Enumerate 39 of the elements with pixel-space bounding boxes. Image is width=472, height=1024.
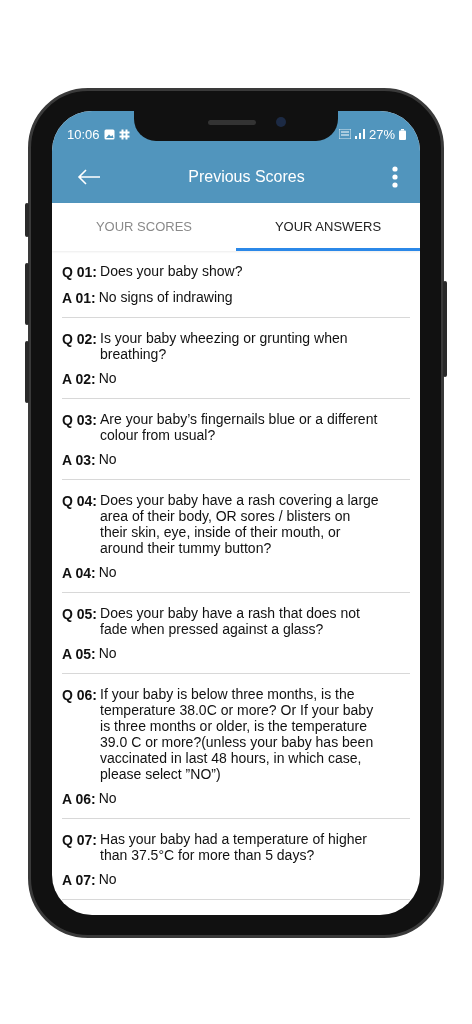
question-number: Q 03: <box>62 411 97 429</box>
answer-text: No signs of indrawing <box>98 289 233 305</box>
answer-number: A 04: <box>62 564 96 582</box>
question-number: Q 04: <box>62 492 97 510</box>
more-options-icon[interactable] <box>392 166 398 188</box>
question-text: If your baby is below three months, is the temperature 38.0C or more? Or If your baby is three months or older, is the temperature 39.0 C or more?(unless your baby has been vaccinated in last 48 hours, in which case, please select ”NO”) <box>100 686 375 782</box>
question-text: Does your baby show? <box>100 263 244 279</box>
signal-icon <box>354 129 365 139</box>
answer-text: No <box>98 790 117 806</box>
question-number: Q 06: <box>62 686 97 704</box>
status-time: 10:06 <box>67 126 100 142</box>
back-arrow-icon[interactable] <box>77 169 101 185</box>
image-icon <box>103 128 115 140</box>
hash-icon <box>118 128 130 140</box>
answer-number: A 07: <box>62 871 96 889</box>
answer-number: A 06: <box>62 790 96 808</box>
question-text: Is your baby wheezing or grunting when breathing? <box>100 330 349 362</box>
question-number: Q 05: <box>62 605 97 623</box>
tab[interactable]: YOUR SCORES <box>52 203 236 251</box>
answer-number: A 02: <box>62 370 96 388</box>
question-text: Does your baby have a rash that does not fade when pressed against a glass? <box>100 605 361 637</box>
answer-text: No <box>98 564 117 580</box>
answer-text: No <box>98 370 117 386</box>
question-number: Q 01: <box>62 263 97 281</box>
question-text: Are your baby’s fingernails blue or a different colour from usual? <box>100 411 379 443</box>
question-text: Does your baby have a rash covering a large area of their body, OR sores / blisters on their skin, eye, inside of their mouth, or around their tummy button? <box>100 492 380 556</box>
answer-text: No <box>98 645 117 661</box>
tab[interactable]: YOUR ANSWERS <box>236 203 420 251</box>
answer-number: A 01: <box>62 289 96 307</box>
question-number: Q 02: <box>62 330 97 348</box>
answer-number: A 05: <box>62 645 96 663</box>
question-text: Has your baby had a temperature of higher than 37.5°C for more than 5 days? <box>100 831 368 863</box>
answer-text: No <box>98 871 117 887</box>
battery-icon <box>399 128 406 140</box>
battery-percent: 27% <box>368 126 395 142</box>
answer-text: No <box>98 451 117 467</box>
answer-number: A 03: <box>62 451 96 469</box>
question-number: Q 07: <box>62 831 97 849</box>
screen-title: Previous Scores <box>187 168 306 186</box>
